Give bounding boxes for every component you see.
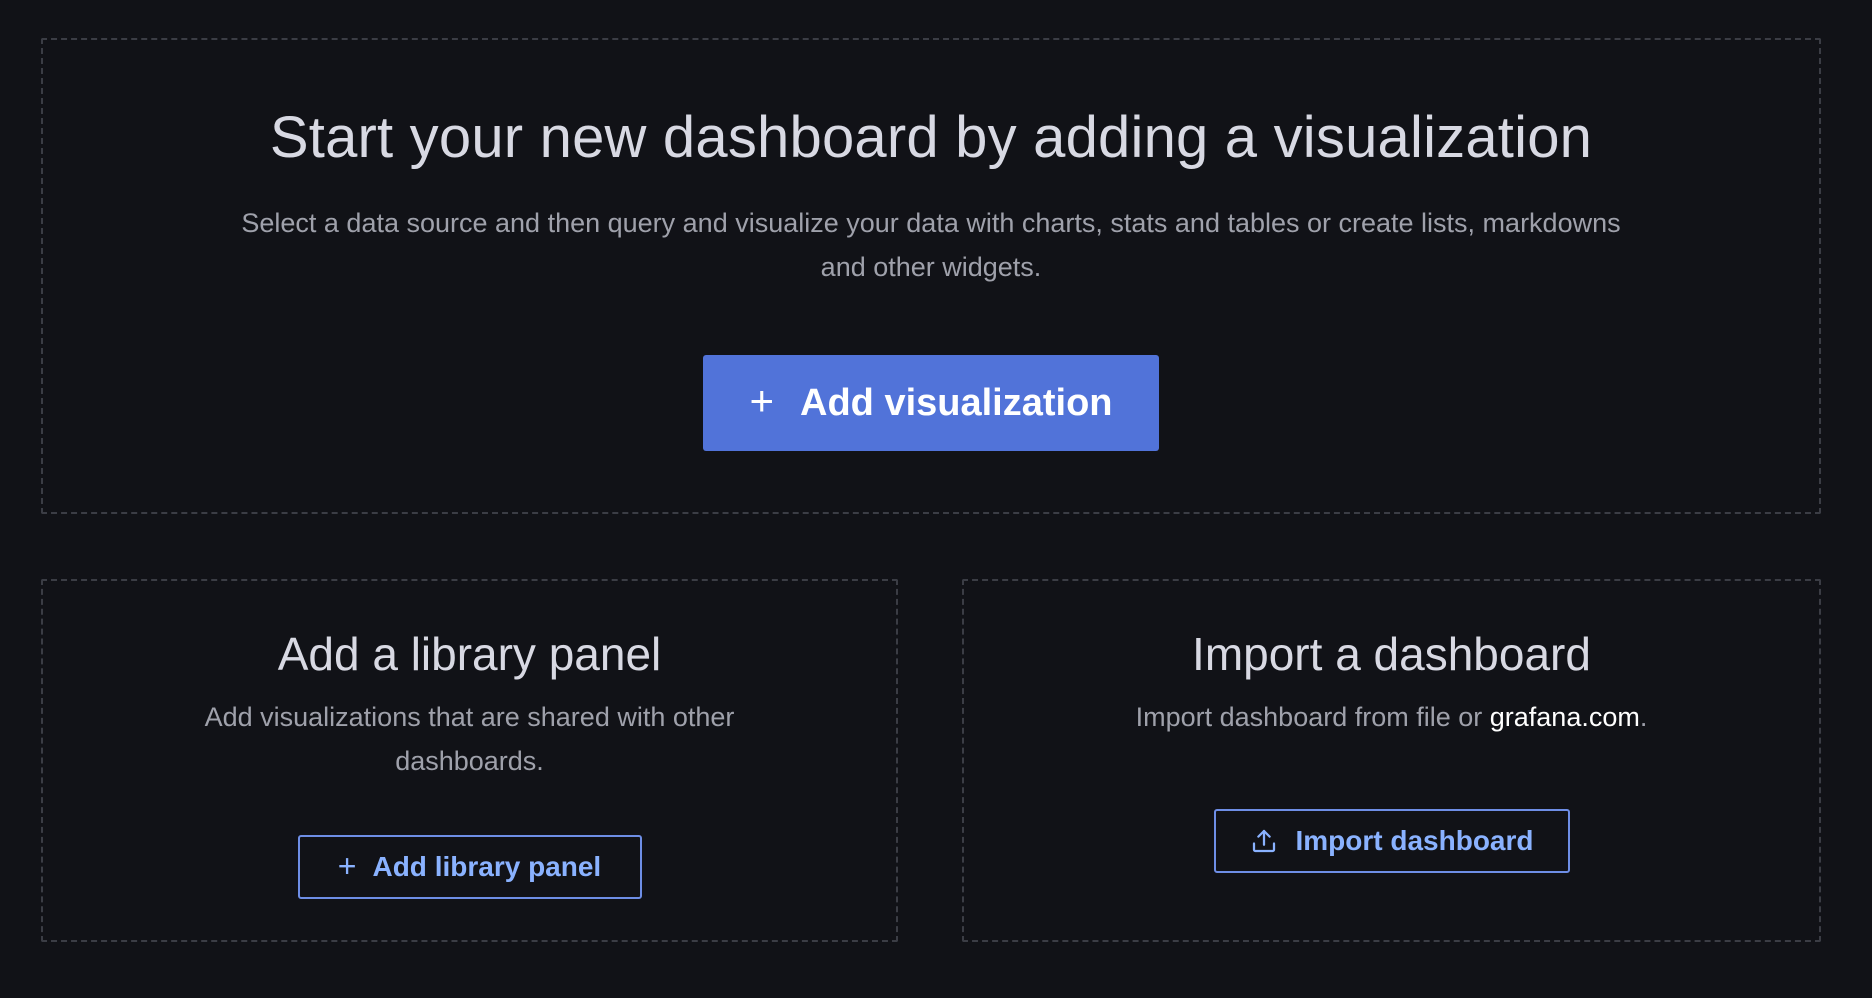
add-visualization-card: Start your new dashboard by adding a vis… [41, 38, 1821, 514]
add-library-panel-button-label: Add library panel [372, 851, 602, 882]
add-library-panel-title: Add a library panel [277, 628, 662, 680]
add-visualization-button[interactable]: + Add visualization [703, 355, 1159, 451]
grafana-com-link[interactable]: grafana.com [1490, 702, 1640, 732]
plus-icon: + [749, 377, 775, 424]
import-description-suffix: . [1639, 702, 1648, 732]
add-visualization-description: Select a data source and then query and … [241, 208, 1621, 282]
import-dashboard-description: Import dashboard from file or grafana.co… [1136, 695, 1648, 739]
import-dashboard-button-label: Import dashboard [1295, 825, 1534, 856]
plus-icon: + [337, 847, 357, 884]
import-description-text: Import dashboard from file or [1135, 702, 1490, 732]
import-dashboard-button[interactable]: Import dashboard [1213, 809, 1570, 873]
add-library-panel-card: Add a library panel Add visualizations t… [41, 579, 898, 942]
add-library-panel-description: Add visualizations that are shared with … [204, 702, 735, 776]
add-visualization-button-label: Add visualization [800, 381, 1113, 424]
upload-icon [1249, 826, 1279, 856]
add-library-panel-button[interactable]: + Add library panel [297, 835, 642, 899]
add-visualization-title: Start your new dashboard by adding a vis… [269, 105, 1593, 170]
import-dashboard-card: Import a dashboard Import dashboard from… [962, 579, 1821, 942]
empty-dashboard-page: Start your new dashboard by adding a vis… [0, 0, 1872, 998]
import-dashboard-title: Import a dashboard [1192, 628, 1591, 680]
